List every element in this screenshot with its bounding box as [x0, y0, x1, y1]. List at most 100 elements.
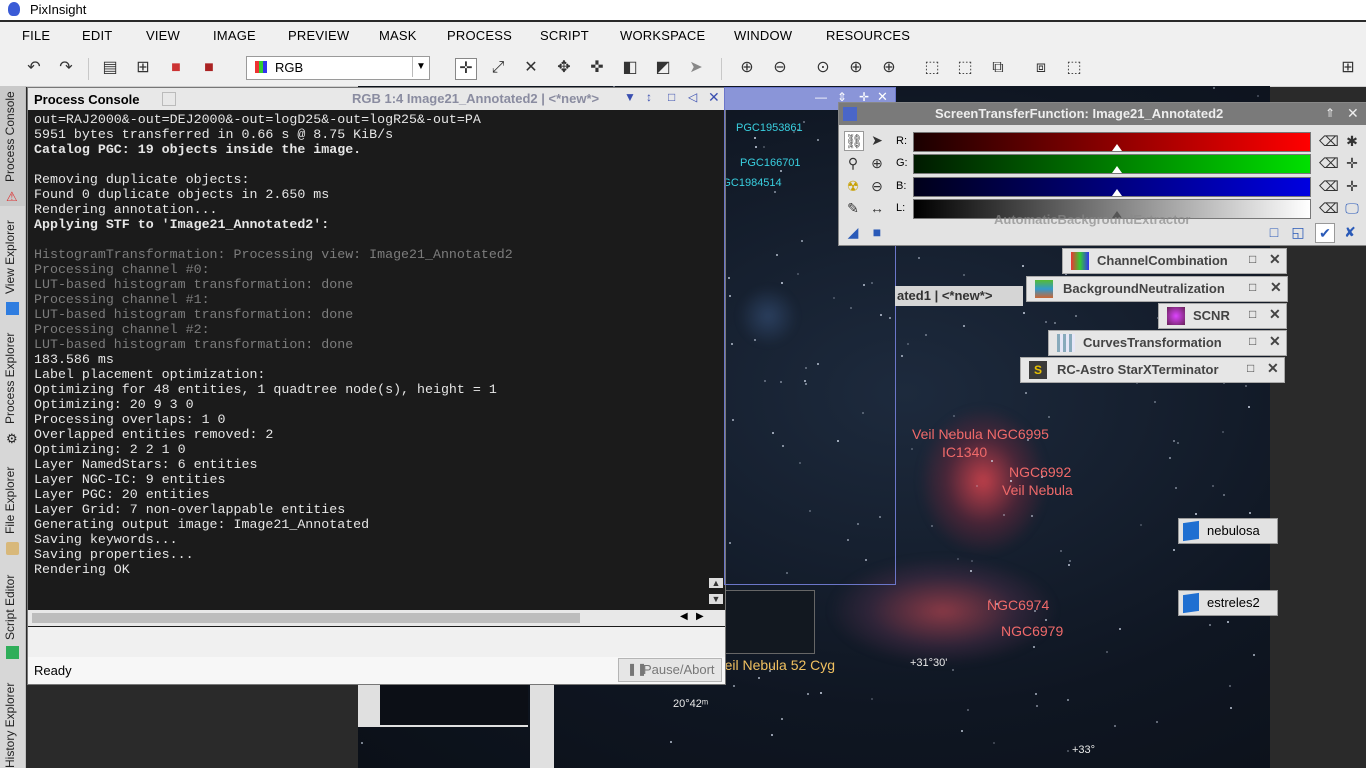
maximize-icon[interactable]: □	[1247, 361, 1254, 375]
close-icon[interactable]: ✕	[1270, 279, 1282, 296]
menu-edit[interactable]: EDIT	[82, 28, 112, 43]
scroll-up-icon[interactable]: ▲	[709, 578, 723, 588]
process-icon-channelcombination[interactable]: ChannelCombination □ ✕	[1062, 248, 1287, 274]
zoom-icon[interactable]: ⚲	[844, 154, 862, 172]
new-instance-icon[interactable]: □	[1265, 223, 1283, 241]
float-icon[interactable]	[162, 92, 176, 106]
tab-process-explorer[interactable]: Process Explorer ⚙	[0, 324, 25, 449]
stf-header[interactable]: ScreenTransferFunction: Image21_Annotate…	[839, 103, 1366, 125]
zoom-fit-icon[interactable]: ⤢	[488, 58, 508, 78]
reset-channel-icon[interactable]: ⌫	[1319, 199, 1339, 217]
split-rgb-icon[interactable]: ■	[166, 58, 186, 78]
console-output[interactable]: out=RAJ2000&-out=DEJ2000&-out=logD25&-ou…	[34, 112, 710, 582]
preview-icon[interactable]: ◧	[620, 58, 640, 78]
horizontal-scrollbar[interactable]: ◀ ▶	[28, 610, 725, 626]
vertical-scrollbar[interactable]: ▲ ▼	[709, 578, 723, 608]
menu-image[interactable]: IMAGE	[213, 28, 256, 43]
blue-channel-slider[interactable]	[913, 177, 1311, 197]
process-icon-starxterminator[interactable]: S RC-Astro StarXTerminator □ ✕	[1020, 357, 1285, 383]
process-icon-scnr[interactable]: SCNR □ ✕	[1158, 303, 1287, 329]
reset-icon[interactable]: ✘	[1341, 223, 1359, 241]
red-channel-slider[interactable]	[913, 132, 1311, 152]
undo-icon[interactable]: ↶	[24, 58, 44, 78]
edit-icon[interactable]: ✎	[844, 199, 862, 217]
document-icon[interactable]: ◱	[1289, 223, 1307, 241]
maximize-icon[interactable]: ⬚	[1064, 58, 1084, 78]
process-icon-backgroundneutralization[interactable]: BackgroundNeutralization □ ✕	[1026, 276, 1288, 302]
zoom-out-icon[interactable]: ⊖	[770, 58, 790, 78]
reset-channel-icon[interactable]: ⌫	[1319, 154, 1339, 172]
new-instance-icon[interactable]: ◢	[844, 223, 862, 241]
image-icon-estreles2[interactable]: estreles2	[1178, 590, 1278, 616]
pause-abort-button[interactable]: ❚❚ Pause/Abort	[618, 658, 722, 682]
menu-view[interactable]: VIEW	[146, 28, 180, 43]
mask-icon[interactable]: ◩	[653, 58, 673, 78]
pan-icon[interactable]: ✥	[554, 58, 574, 78]
new-workspace-icon[interactable]: ⊞	[1338, 58, 1358, 78]
midtone-handle[interactable]	[1112, 189, 1122, 196]
image-info-icon[interactable]: ▤	[100, 58, 120, 78]
zoom-out-icon[interactable]: ⊖	[868, 177, 886, 195]
pointer-icon[interactable]: ➤	[868, 131, 886, 149]
scroll-right-icon[interactable]: ▶	[696, 611, 704, 622]
image-icon-nebulosa[interactable]: nebulosa	[1178, 518, 1278, 544]
apply-icon[interactable]: ✔	[1315, 223, 1335, 243]
menu-mask[interactable]: MASK	[379, 28, 417, 43]
apply-global-icon[interactable]: ■	[868, 223, 886, 241]
maximize-icon[interactable]: □	[1249, 334, 1256, 348]
process-console-header[interactable]: Process Console RGB 1:4 Image21_Annotate…	[28, 88, 725, 110]
move-icon[interactable]: ✜	[587, 58, 607, 78]
shade-icon[interactable]: ⇑	[1325, 106, 1335, 120]
maximize-icon[interactable]: □	[668, 90, 675, 104]
collapse-icon[interactable]: ✕	[521, 58, 541, 78]
auto-stretch-icon[interactable]: ☢	[844, 177, 862, 195]
menu-window[interactable]: WINDOW	[734, 28, 792, 43]
redo-icon[interactable]: ↷	[56, 58, 76, 78]
reset-channel-icon[interactable]: ⌫	[1319, 132, 1339, 150]
zoom-optimal-icon[interactable]: ⊕	[879, 58, 899, 78]
link-channels-icon[interactable]: ⛓	[844, 131, 864, 151]
close-icon[interactable]: ✕	[708, 89, 720, 106]
shade-icon[interactable]: ↕	[646, 90, 652, 104]
tile-icon[interactable]: ⧈	[1031, 58, 1051, 78]
menu-process[interactable]: PROCESS	[447, 28, 512, 43]
maximize-icon[interactable]: □	[1249, 252, 1256, 266]
tab-view-explorer[interactable]: View Explorer	[0, 210, 25, 320]
crosshair-icon[interactable]: ✛	[1343, 154, 1361, 172]
zoom-to-fit-icon[interactable]: ⊕	[846, 58, 866, 78]
fit-view-icon[interactable]: ⬚	[922, 58, 942, 78]
crosshair-icon[interactable]: ✛	[1343, 177, 1361, 195]
menu-script[interactable]: SCRIPT	[540, 28, 589, 43]
zoom-in-icon[interactable]: ⊕	[868, 154, 886, 172]
maximize-icon[interactable]: □	[1249, 307, 1256, 321]
zoom-1-1-icon[interactable]: ⊙	[813, 58, 833, 78]
new-image-icon[interactable]: ⊞	[133, 58, 153, 78]
chevron-down-icon[interactable]: ▼	[624, 90, 636, 104]
readout-mode-icon[interactable]: ✛	[455, 58, 477, 80]
menu-file[interactable]: FILE	[22, 28, 50, 43]
scroll-left-icon[interactable]: ◀	[680, 611, 688, 622]
channel-select[interactable]: RGB ▼	[246, 56, 430, 80]
select-cursor-icon[interactable]: ➤	[686, 58, 706, 78]
green-channel-slider[interactable]	[913, 154, 1311, 174]
zoom-in-icon[interactable]: ⊕	[737, 58, 757, 78]
tab-script-editor[interactable]: Script Editor	[0, 566, 25, 666]
scroll-down-icon[interactable]: ▼	[709, 594, 723, 604]
reset-channel-icon[interactable]: ⌫	[1319, 177, 1339, 195]
minimize-icon[interactable]: —	[815, 90, 827, 104]
fit-window-icon[interactable]: ⬚	[955, 58, 975, 78]
midtone-handle[interactable]	[1112, 166, 1122, 173]
close-icon[interactable]: ✕	[1269, 251, 1281, 268]
settings-icon[interactable]: ✱	[1343, 132, 1361, 150]
tab-process-console[interactable]: Process Console ⚠	[0, 86, 25, 206]
tab-file-explorer[interactable]: File Explorer	[0, 462, 25, 562]
zoom-window-icon[interactable]: ⧉	[988, 58, 1008, 78]
midtone-handle[interactable]	[1112, 144, 1122, 151]
pan-icon[interactable]: ↔	[868, 199, 886, 217]
scroll-thumb[interactable]	[32, 613, 580, 623]
window-title-fragment[interactable]: ated1 | <*new*>	[895, 286, 1023, 306]
maximize-icon[interactable]: □	[1249, 280, 1256, 294]
extract-luminance-icon[interactable]: ■	[199, 58, 219, 78]
close-icon[interactable]: ✕	[1347, 105, 1359, 122]
close-icon[interactable]: ✕	[1269, 306, 1281, 323]
